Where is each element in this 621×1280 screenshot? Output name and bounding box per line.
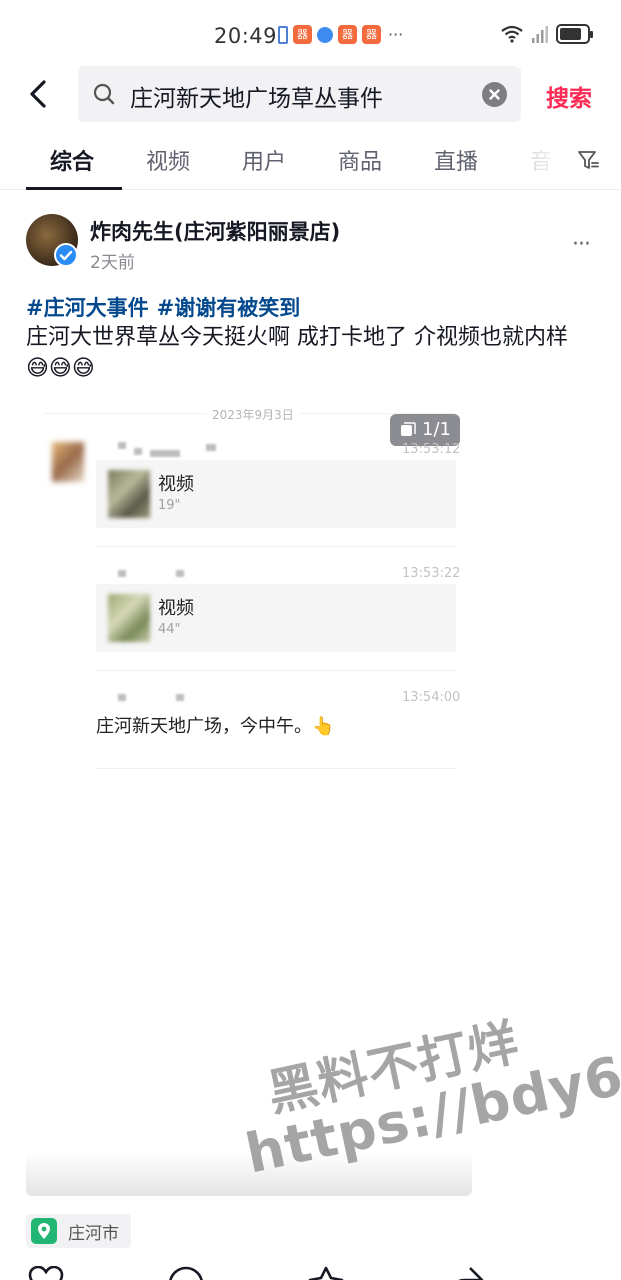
battery-level [560,28,582,40]
video-card-label: 视频 [158,598,194,619]
video-duration: 19" [158,498,181,513]
status-system-icons [500,24,593,44]
location-pin-icon [31,1218,57,1244]
more-options-button[interactable]: ··· [572,232,591,257]
post-author: 炸肉先生(庄河紫阳丽景店) 2天前 ··· [26,214,606,274]
status-bar: 20:49 器 器 器 ··· [0,0,621,66]
verified-icon [54,243,78,267]
tab-users[interactable]: 用户 [242,144,286,176]
more-notifications-icon: ··· [388,25,404,44]
browser-notification-icon [317,26,333,43]
tab-video[interactable]: 视频 [146,144,190,176]
battery-saver-icon [278,25,288,44]
chat-time: 13:53:12 [402,442,461,457]
share-icon[interactable] [446,1266,486,1280]
app-notification-icon: 器 [338,25,357,44]
tab-comprehensive[interactable]: 综合 [50,144,94,176]
location-name: 庄河市 [68,1223,119,1244]
video-duration: 44" [158,622,181,637]
blurred-sender-name [118,694,126,701]
chat-time: 13:53:22 [402,566,461,581]
favorite-icon[interactable] [306,1266,346,1280]
blurred-sender-name [176,570,184,577]
search-icon [93,83,115,105]
blurred-sender-name [134,448,142,455]
blurred-video-thumbnail [108,594,150,642]
back-arrow-icon[interactable] [20,76,56,112]
filter-icon[interactable] [576,148,600,172]
active-tab-indicator [26,187,122,190]
chat-divider [96,546,456,547]
hashtags: #庄河大事件 #谢谢有被笑到 [26,292,300,322]
battery-icon [556,24,593,44]
page-indicator-text: 1/1 [422,419,451,440]
blurred-sender-name [118,570,126,577]
blurred-avatar [52,442,84,482]
author-name[interactable]: 炸肉先生(庄河紫阳丽景店) [90,216,340,246]
search-query[interactable]: 庄河新天地广场草丛事件 [130,79,383,113]
tabs-fade [510,136,570,186]
app-notification-icon: 器 [293,25,312,44]
like-icon[interactable] [26,1266,66,1280]
blurred-sender-name [176,694,184,701]
comment-icon[interactable] [166,1266,206,1280]
blurred-sender-name [206,444,216,451]
search-tabs: 综合 视频 用户 商品 直播 音 [0,136,621,190]
post-time: 2天前 [90,253,135,273]
status-time: 20:49 [214,24,278,48]
blurred-sender-name [150,450,180,457]
chat-message: 庄河新天地广场，今中午。👆 [96,716,335,737]
post-text: 庄河大世界草丛今天挺火啊 成打卡地了 介视频也就内样 😅😅😅 [26,325,568,381]
video-card: 视频 19" [96,460,456,528]
location-tag[interactable]: 庄河市 [26,1214,131,1248]
status-notification-icons: 器 器 器 ··· [278,25,403,44]
tab-products[interactable]: 商品 [338,144,382,176]
gallery-icon [401,422,416,436]
hashtag-link[interactable]: #谢谢有被笑到 [157,296,301,320]
action-bar [0,1262,621,1280]
blurred-sender-name [118,442,126,449]
tab-live[interactable]: 直播 [434,144,478,176]
clear-search-button[interactable] [482,82,507,107]
app-notification-icon: 器 [362,25,381,44]
blurred-video-thumbnail [108,470,150,518]
video-card: 视频 44" [96,584,456,652]
chat-time: 13:54:00 [402,690,461,705]
close-icon [489,89,500,100]
search-header: 庄河新天地广场草丛事件 搜索 [0,66,621,124]
chat-date: 2023年9月3日 [206,406,300,423]
hashtag-link[interactable]: #庄河大事件 [26,296,149,320]
signal-icon [532,26,548,43]
wifi-icon [501,25,523,43]
search-submit-button[interactable]: 搜索 [546,79,592,113]
search-input[interactable]: 庄河新天地广场草丛事件 [78,66,521,122]
chat-divider [96,768,456,769]
video-card-label: 视频 [158,474,194,495]
chat-divider [96,670,456,671]
